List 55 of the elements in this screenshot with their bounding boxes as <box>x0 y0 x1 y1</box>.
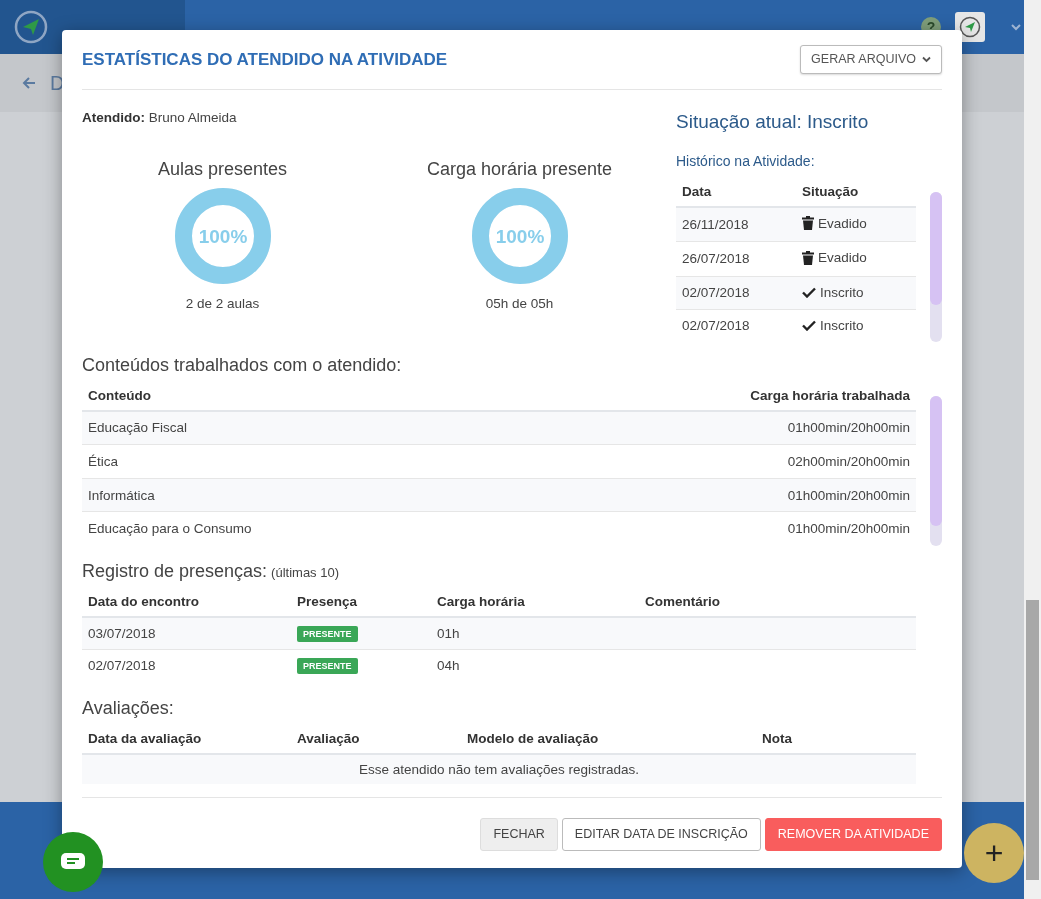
donut-gauge: 100% <box>471 188 568 285</box>
table-cell: Educação para o Consumo <box>82 511 504 546</box>
gauge-caption: 05h de 05h <box>485 295 554 314</box>
edit-date-button[interactable]: EDITAR DATA DE INSCRIÇÃO <box>561 818 761 851</box>
column-header: Conteúdo <box>82 381 504 411</box>
scroll-bar[interactable] <box>930 191 942 342</box>
status-text: Inscrito <box>820 316 864 335</box>
table-cell: 04h <box>431 649 639 681</box>
donut-gauge: 100% <box>174 188 271 285</box>
table-cell: 02/07/2018 <box>82 649 291 681</box>
scroll-bar[interactable] <box>930 395 942 546</box>
back-arrow-icon[interactable] <box>22 76 36 90</box>
current-status: Situação atual: Inscrito <box>676 110 870 134</box>
export-dropdown-button[interactable]: GERAR ARQUIVO <box>800 45 942 74</box>
column-header: Carga horária trabalhada <box>503 381 916 411</box>
table-cell: 01h <box>431 617 639 650</box>
section-title: Avaliações: <box>82 697 175 719</box>
section-title: Conteúdos trabalhados com o atendido: <box>82 353 403 376</box>
table-cell: Educação Fiscal <box>82 410 504 445</box>
table-cell: Informática <box>82 478 504 512</box>
column-header: Data <box>676 177 796 207</box>
scroll-bar[interactable] <box>1024 0 1041 899</box>
gauge-title: Carga horária presente <box>426 158 613 181</box>
attendee-text: Atendido: Bruno Almeida <box>82 109 238 127</box>
check-icon <box>802 319 816 331</box>
gauge-title: Aulas presentes <box>157 158 288 181</box>
status-text: Evadido <box>818 249 867 268</box>
table-cell: 03/07/2018 <box>82 617 291 650</box>
section-title: Registro de presenças: <box>82 559 268 582</box>
check-icon <box>802 286 816 298</box>
caret-icon <box>922 56 931 63</box>
table-cell: 01h00min/20h00min <box>503 478 916 512</box>
table-cell: 02/07/2018 <box>676 309 796 342</box>
trash-icon <box>802 250 814 265</box>
trash-icon <box>802 216 814 231</box>
status-badge: PRESENTE <box>297 658 358 674</box>
caret-icon[interactable] <box>1011 23 1021 31</box>
history-title: Histórico na Atividade: <box>676 151 816 171</box>
modal-title: ESTATÍSTICAS DO ATENDIDO NA ATIVIDADE <box>82 48 448 71</box>
compass-icon <box>959 16 981 38</box>
empty-message: Esse atendido não tem avaliações registradas. <box>82 754 916 784</box>
table-cell: 01h00min/20h00min <box>503 511 916 546</box>
close-button[interactable]: FECHAR <box>480 818 558 851</box>
chat-icon <box>60 852 86 872</box>
status-text: Inscrito <box>820 283 864 302</box>
table-cell: 26/11/2018 <box>676 206 796 242</box>
status-badge: PRESENTE <box>297 626 358 642</box>
gauge-caption: 2 de 2 aulas <box>185 295 260 314</box>
avatar-button[interactable] <box>955 12 985 42</box>
compass-logo-icon <box>14 10 48 44</box>
column-header: Situação <box>796 177 916 207</box>
status-text: Evadido <box>818 214 867 233</box>
section-note: (últimas 10) <box>271 563 340 582</box>
table-cell: 02/07/2018 <box>676 276 796 310</box>
table-cell: 01h00min/20h00min <box>503 410 916 445</box>
